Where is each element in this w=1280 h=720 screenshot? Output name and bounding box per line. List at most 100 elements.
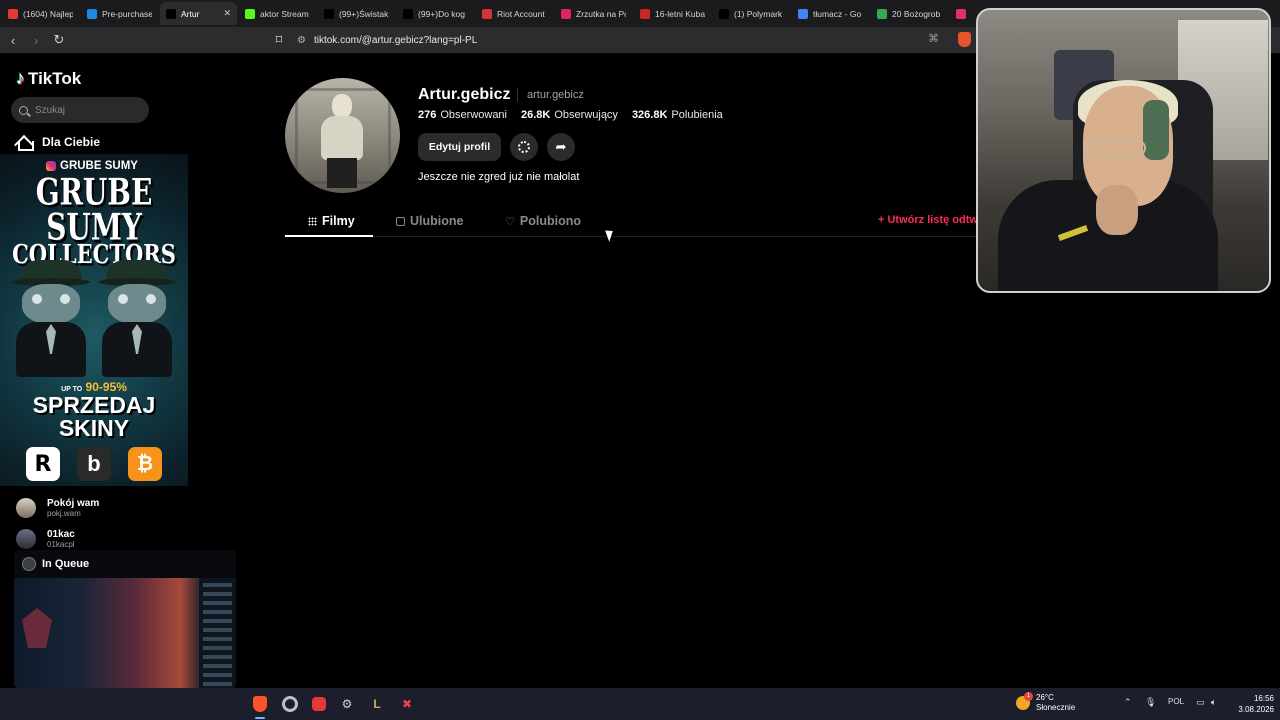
browser-tab[interactable]: (1) Polymark bbox=[713, 2, 790, 25]
following-count: 276 bbox=[418, 109, 437, 121]
bookmark-icon[interactable]: ⌑ bbox=[269, 30, 289, 50]
tab-videos[interactable]: Filmy bbox=[308, 214, 355, 228]
browser-tab[interactable]: Pre-purchase bbox=[81, 2, 158, 25]
volume-icon[interactable]: 🔈︎ bbox=[1211, 697, 1216, 708]
sidebar-ad-banner[interactable]: GRUBE SUMY GRUBE SUMY COLLECTORS UP TO 9… bbox=[0, 154, 188, 486]
browser-tab-label: (99+)Świstak bbox=[339, 8, 389, 19]
translate-icon[interactable]: ⌘ bbox=[928, 32, 939, 45]
ad-sell-2: SKINY bbox=[58, 415, 130, 441]
browser-tab[interactable]: Riot Account bbox=[476, 2, 553, 25]
profile-stats: 276 Obserwowani 26.8K Obserwujący 326.8K Po… bbox=[418, 109, 723, 121]
google-icon bbox=[798, 8, 808, 19]
gear-icon bbox=[518, 141, 530, 153]
brave-icon[interactable] bbox=[249, 693, 271, 715]
tab-liked[interactable]: ♡ Polubiono bbox=[505, 214, 581, 228]
microphone-icon[interactable]: 🎙︎ bbox=[1145, 697, 1156, 708]
settings-button[interactable] bbox=[510, 133, 538, 161]
weather-widget[interactable]: 1 26°C Słonecznie bbox=[1016, 691, 1076, 712]
followers-stat[interactable]: 26.8K Obserwujący bbox=[521, 109, 618, 121]
profile-handle: artur.gebicz bbox=[527, 89, 584, 101]
following-account[interactable]: 01kac 01kacpl bbox=[16, 529, 75, 549]
share-arrow-icon: ➦ bbox=[555, 139, 567, 154]
profile-bio: Jeszcze nie zgred już nie małolat bbox=[418, 171, 580, 183]
address-bar[interactable]: ⚙ tiktok.com/@artur.gebicz?lang=pl-PL bbox=[297, 35, 477, 46]
chevron-up-icon[interactable]: ⌃ bbox=[1124, 697, 1132, 708]
browser-tab-label: 16-letni Kuba bbox=[655, 8, 705, 19]
league-icon[interactable]: L bbox=[366, 693, 388, 715]
browser-tab-label: tłumacz - Go bbox=[813, 8, 862, 19]
browser-tab[interactable]: 16-letni Kuba bbox=[634, 2, 711, 25]
ad-sell-text: SPRZEDAJ SKINY bbox=[0, 394, 188, 440]
weather-badge: 1 bbox=[1024, 691, 1033, 701]
tab-videos-label: Filmy bbox=[322, 214, 355, 228]
tiktok-logo[interactable]: ♪ TikTok bbox=[16, 68, 81, 89]
record-icon[interactable] bbox=[308, 693, 330, 715]
instagram-icon bbox=[956, 8, 966, 19]
search-icon bbox=[19, 105, 28, 115]
instagram-icon bbox=[46, 161, 56, 171]
language-indicator[interactable]: POL bbox=[1168, 697, 1184, 706]
profile-avatar[interactable] bbox=[285, 78, 400, 193]
tab-favorites-label: Ulubione bbox=[410, 214, 464, 228]
following-account[interactable]: Pokój wam pokj.wam bbox=[16, 498, 99, 518]
check-icon bbox=[87, 8, 97, 19]
nav-for-you[interactable]: Dla Ciebie bbox=[16, 135, 100, 151]
riot-client-icon[interactable]: ✖ bbox=[396, 693, 418, 715]
steam-icon[interactable]: ⚙ bbox=[336, 693, 358, 715]
back-icon[interactable]: ‹ bbox=[3, 30, 23, 50]
tiktok-icon bbox=[403, 8, 413, 19]
r-logo-icon: R bbox=[26, 447, 60, 481]
browser-tab-label: (1604) Najlep bbox=[23, 8, 73, 19]
search-input[interactable] bbox=[35, 104, 135, 116]
system-clock[interactable]: 16:56 3.08.2026 bbox=[1232, 694, 1274, 716]
browser-tab[interactable]: aktor Stream bbox=[239, 2, 316, 25]
news-icon bbox=[640, 8, 650, 19]
likes-count: 326.8K bbox=[631, 109, 668, 121]
heart-icon: ♡ bbox=[505, 215, 515, 228]
divider bbox=[517, 88, 518, 102]
queue-header: In Queue bbox=[14, 550, 236, 578]
browser-tab[interactable]: (1604) Najlep bbox=[2, 2, 79, 25]
likes-label: Polubienia bbox=[671, 109, 723, 121]
browser-tab[interactable]: Zrzutka na Pc bbox=[555, 2, 632, 25]
edit-profile-button[interactable]: Edytuj profil bbox=[418, 133, 501, 161]
create-playlist-button[interactable]: + Utwórz listę odtw bbox=[878, 214, 978, 226]
following-stat[interactable]: 276 Obserwowani bbox=[418, 109, 507, 121]
chrome-icon[interactable] bbox=[279, 693, 301, 715]
share-button[interactable]: ➦ bbox=[547, 133, 575, 161]
clock-date: 3.08.2026 bbox=[1238, 704, 1274, 714]
browser-tab[interactable]: (99+)Do kog bbox=[397, 2, 474, 25]
game-client-preview bbox=[14, 578, 236, 688]
home-icon bbox=[16, 135, 34, 151]
likes-stat: 326.8K Polubienia bbox=[632, 109, 723, 121]
display-icon[interactable]: ▭ bbox=[1196, 697, 1205, 708]
weather-desc: Słonecznie bbox=[1036, 702, 1076, 712]
browser-tab[interactable]: 20 Bożogrob bbox=[871, 2, 948, 25]
reload-icon[interactable]: ↻ bbox=[49, 30, 69, 50]
ad-sell-1: SPRZEDAJ bbox=[32, 392, 156, 418]
queue-label: In Queue bbox=[42, 558, 90, 570]
tab-favorites[interactable]: Ulubione bbox=[396, 214, 463, 228]
catfish-figure-left bbox=[12, 260, 90, 377]
queue-stream-overlay: In Queue bbox=[14, 550, 236, 688]
followers-count: 26.8K bbox=[521, 109, 551, 121]
browser-tab-label: Artur bbox=[181, 8, 200, 19]
browser-tab-label: (1) Polymark bbox=[734, 8, 783, 19]
url-text[interactable]: tiktok.com/@artur.gebicz?lang=pl-PL bbox=[314, 35, 477, 46]
weather-temp: 26°C bbox=[1036, 693, 1054, 702]
brave-shields-icon[interactable] bbox=[958, 32, 971, 47]
clock-time: 16:56 bbox=[1253, 694, 1274, 703]
tiktok-icon bbox=[166, 8, 176, 19]
browser-tab[interactable]: Artur ✕ bbox=[160, 2, 237, 25]
account-name: Pokój wam bbox=[47, 498, 100, 509]
following-label: Obserwowani bbox=[440, 109, 507, 121]
site-info-icon[interactable]: ⚙ bbox=[297, 35, 306, 46]
browser-tab[interactable]: (99+)Świstak bbox=[318, 2, 395, 25]
search-box[interactable] bbox=[11, 97, 149, 123]
close-tab-icon[interactable]: ✕ bbox=[223, 8, 231, 19]
forward-icon[interactable]: › bbox=[26, 30, 46, 50]
browser-tab-label: Pre-purchase bbox=[102, 8, 152, 19]
catfish-figure-right bbox=[98, 260, 176, 377]
browser-tab[interactable]: tłumacz - Go bbox=[792, 2, 869, 25]
ad-logos: R b ₿ bbox=[26, 447, 162, 481]
